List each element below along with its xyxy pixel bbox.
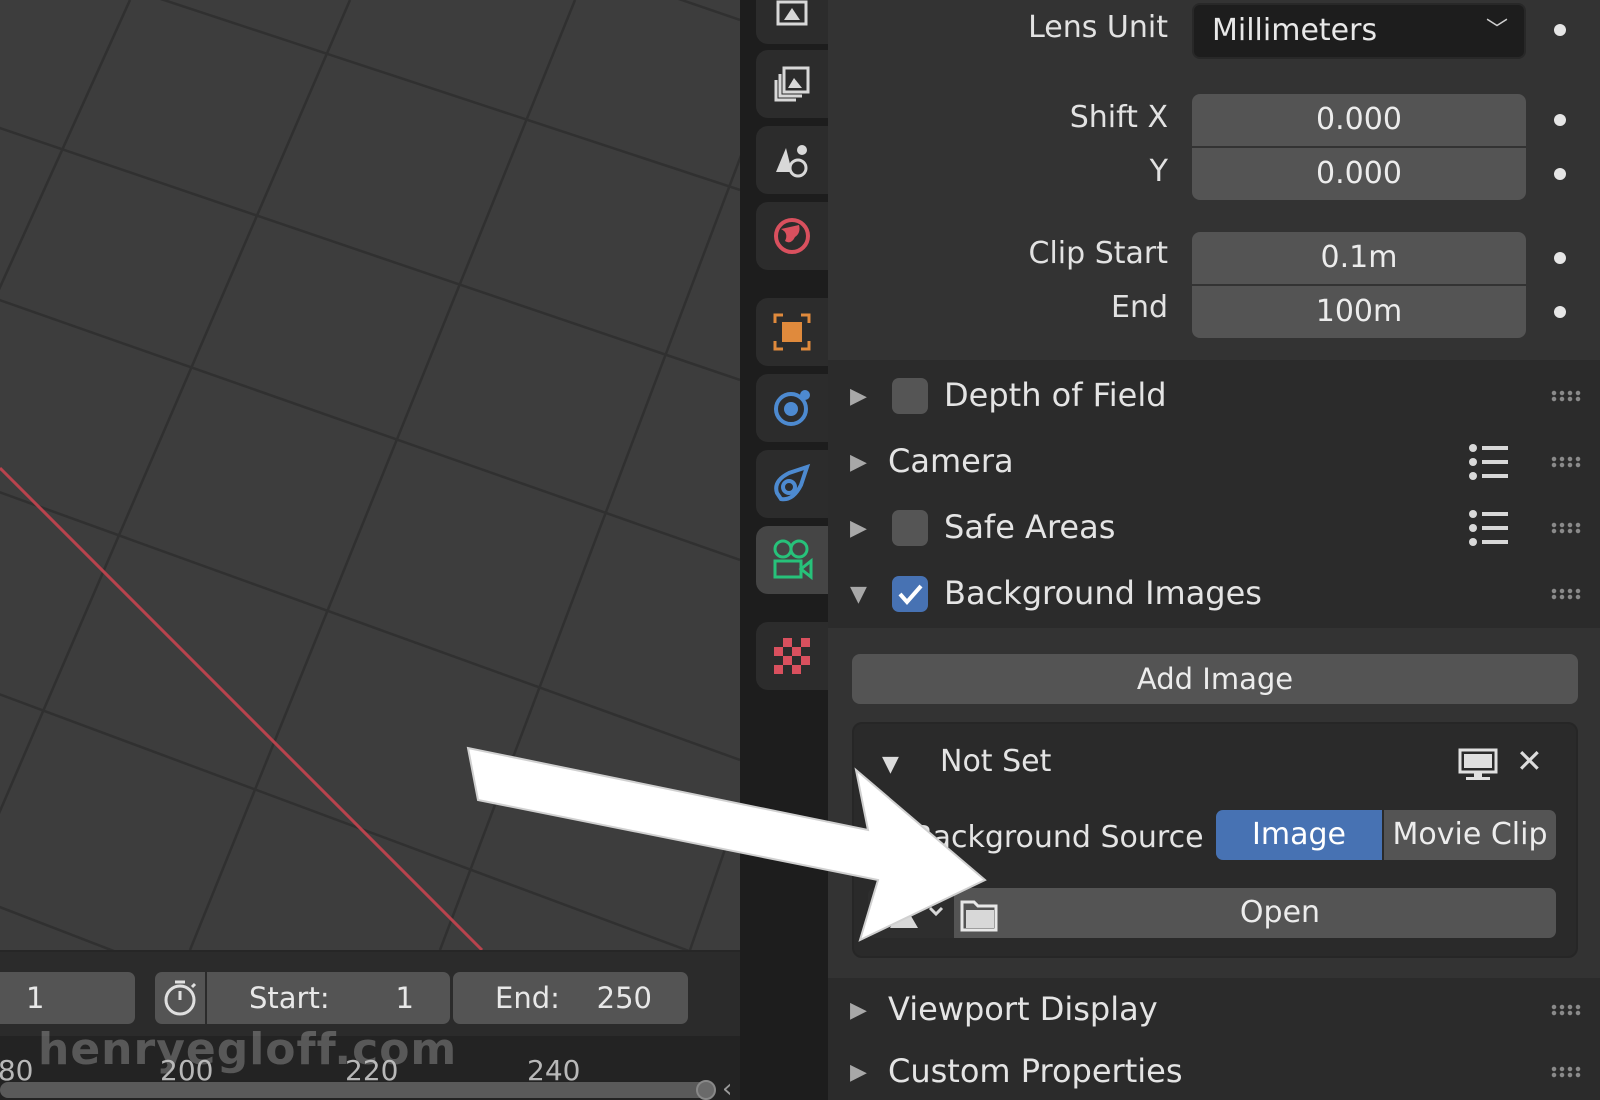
start-frame-label: Start: [249,981,330,1015]
lens-settings-section: Lens Unit Millimeters ﹀ Shift X 0.000 Y … [828,0,1600,360]
end-frame-field[interactable]: End: 250 [453,972,688,1024]
object-icon [773,313,811,351]
stopwatch-icon [164,980,197,1016]
background-source-label: Background Source [912,820,1204,855]
end-frame-value: 250 [596,981,652,1015]
start-frame-value: 1 [395,981,414,1015]
tab-output[interactable] [756,0,828,44]
background-images-checkbox[interactable] [892,576,928,612]
lens-unit-dropdown[interactable]: Millimeters ﹀ [1192,3,1526,59]
texture-icon [774,638,810,674]
physics-icon [774,390,810,426]
panel-safe-areas[interactable]: ▶ Safe Areas [828,496,1600,560]
panel-collapsed-icon: ▶ [850,516,867,541]
panel-title: Depth of Field [944,376,1167,414]
shift-x-label: Shift X [1069,100,1168,135]
panel-viewport-display[interactable]: ▶ Viewport Display [828,978,1600,1042]
tab-texture[interactable] [756,622,828,690]
start-frame-field[interactable]: Start: 1 [207,972,450,1024]
timeline: 1 Start: 1 End: 250 180 200 220 240 henr… [0,950,740,1100]
view-layer-icon [774,66,810,102]
scrollbar-handle[interactable] [696,1080,716,1100]
animate-property-dot[interactable] [1554,114,1566,126]
folder-icon [960,900,998,932]
open-image-button[interactable]: Open [954,888,1556,938]
presets-list-icon[interactable] [1468,508,1510,548]
drag-handle-icon[interactable] [1550,456,1582,468]
panel-title: Background Images [944,574,1262,612]
chevron-down-icon: ﹀ [1485,18,1508,43]
presets-list-icon[interactable] [1468,442,1510,482]
add-image-button[interactable]: Add Image [852,654,1578,704]
clip-start-label: Clip Start [1028,236,1168,271]
background-image-item: ▼ Not Set ✕ Background Source Image Movi… [852,722,1578,958]
timeline-scrollbar[interactable] [0,1082,712,1098]
end-frame-label: End: [495,981,560,1015]
panel-background-images[interactable]: ▼ Background Images [828,562,1600,626]
scene-icon [776,145,808,178]
animate-property-dot[interactable] [1554,252,1566,264]
lens-unit-value: Millimeters [1212,13,1378,48]
panel-collapsed-icon: ▶ [850,1060,867,1085]
tab-scene[interactable] [756,126,828,194]
source-image-button[interactable]: Image [1216,810,1382,860]
tab-world[interactable] [756,202,828,270]
shift-x-field[interactable]: 0.000 [1192,94,1526,146]
panel-expanded-icon: ▼ [850,582,867,607]
safe-areas-checkbox[interactable] [892,510,928,546]
lens-unit-label: Lens Unit [1028,10,1168,45]
current-frame-field[interactable]: 1 [0,972,135,1024]
checkmark-icon [898,584,923,606]
clip-start-field[interactable]: 0.1m [1192,232,1526,284]
drag-handle-icon[interactable] [1550,522,1582,534]
watermark: henryegloff.com [38,1024,458,1075]
properties-tab-bar [740,0,828,1100]
panel-collapsed-icon: ▶ [850,450,867,475]
shift-y-field[interactable]: 0.000 [1192,148,1526,200]
panel-collapsed-icon: ▶ [850,998,867,1023]
auto-keying-button[interactable] [155,972,205,1024]
3d-viewport[interactable] [0,0,740,950]
drag-handle-icon[interactable] [1550,588,1582,600]
monitor-icon[interactable] [1458,748,1498,782]
camera-data-icon [773,539,813,581]
chevron-left-icon[interactable]: ‹ [722,1074,732,1100]
animate-property-dot[interactable] [1554,24,1566,36]
item-title: Not Set [940,744,1052,779]
drag-handle-icon[interactable] [1550,1004,1582,1016]
tab-constraints[interactable] [756,450,828,518]
tab-object[interactable] [756,298,828,366]
clip-end-label: End [1110,290,1168,325]
panel-title: Custom Properties [888,1052,1183,1090]
properties-editor: Lens Unit Millimeters ﹀ Shift X 0.000 Y … [828,0,1600,1100]
panel-camera[interactable]: ▶ Camera [828,430,1600,494]
panel-depth-of-field[interactable]: ▶ Depth of Field [828,364,1600,428]
panel-title: Safe Areas [944,508,1116,546]
shift-y-label: Y [1149,154,1168,189]
close-icon[interactable]: ✕ [1516,742,1543,780]
browse-image-dropdown[interactable] [868,888,954,938]
panel-title: Camera [888,442,1014,480]
drag-handle-icon[interactable] [1550,1066,1582,1078]
panel-collapsed-icon: ▶ [850,384,867,409]
animate-property-dot[interactable] [1554,306,1566,318]
source-movie-clip-button[interactable]: Movie Clip [1384,810,1556,860]
x-axis-line [0,466,484,950]
world-icon [774,218,810,254]
item-expanded-icon[interactable]: ▼ [882,752,899,777]
drag-handle-icon[interactable] [1550,390,1582,402]
image-browse-icon [890,904,944,928]
tab-physics[interactable] [756,374,828,442]
viewport-grid [0,0,740,950]
panel-custom-properties[interactable]: ▶ Custom Properties [828,1040,1600,1100]
tab-camera-data[interactable] [756,526,828,594]
depth-of-field-checkbox[interactable] [892,378,928,414]
animate-property-dot[interactable] [1554,168,1566,180]
background-images-body: Add Image ▼ Not Set ✕ Background Source … [828,628,1600,978]
output-icon [776,0,808,26]
tab-view-layer[interactable] [756,50,828,118]
constraints-icon [774,463,811,502]
clip-end-field[interactable]: 100m [1192,286,1526,338]
panel-title: Viewport Display [888,990,1158,1028]
